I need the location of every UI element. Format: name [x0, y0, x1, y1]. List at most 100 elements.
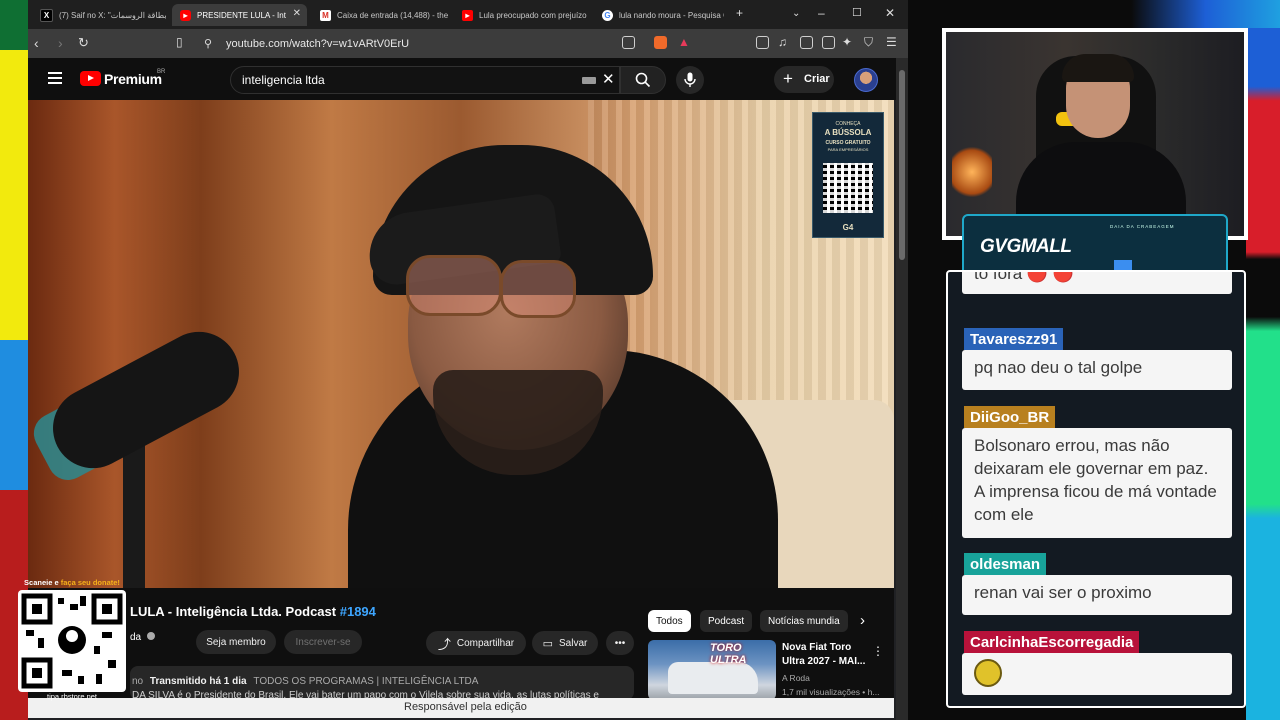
video-info-area: LULA - Inteligência Ltda. Podcast #1894 … [28, 588, 894, 701]
new-tab-icon[interactable]: + [736, 6, 743, 20]
hamburger-menu-icon[interactable] [48, 72, 62, 84]
media-icon[interactable]: ♫ [778, 35, 787, 49]
cast-icon[interactable] [622, 36, 635, 49]
tab-gmail[interactable]: M Caixa de entrada (14,488) - theb [312, 4, 448, 26]
stream-background-top-right [908, 0, 1280, 28]
share-label: Compartilhar [456, 637, 515, 649]
description-prefix: no [132, 676, 144, 687]
keyboard-icon[interactable] [582, 77, 596, 84]
account-avatar[interactable] [854, 68, 878, 92]
region-label: BR [157, 69, 166, 75]
minimize-icon[interactable]: – [818, 6, 825, 20]
tab-youtube-active[interactable]: ▸ PRESIDENTE LULA - Int ✕ [172, 4, 307, 26]
sponsor-logo: GVGMALL [980, 236, 1072, 257]
brave-shield-icon[interactable] [654, 36, 667, 49]
google-icon: G [602, 9, 613, 21]
recommendation-title-line1[interactable]: Nova Fiat Toro [782, 642, 851, 653]
wallet-icon[interactable] [822, 36, 835, 49]
stream-background-right [1246, 0, 1280, 720]
sidebar-icon[interactable] [800, 36, 813, 49]
page-scrollbar[interactable] [896, 58, 908, 720]
gmail-icon: M [320, 9, 331, 21]
verified-icon [146, 632, 155, 640]
rewards-icon[interactable]: ▲ [678, 35, 690, 49]
share-button[interactable]: ⤴ Compartilhar [426, 631, 526, 655]
description-box[interactable]: no Transmitido há 1 dia TODOS OS PROGRAM… [130, 666, 634, 701]
leo-icon[interactable]: ✦ [842, 35, 852, 49]
ad-line-4: PARA EMPRESÁRIOS [827, 147, 869, 152]
tab-title: lula nando moura - Pesquisa Go [619, 10, 724, 20]
chip-podcast[interactable]: Podcast [700, 610, 753, 632]
save-button[interactable]: ▭ Salvar [532, 631, 598, 655]
ad-qr-code [823, 163, 873, 213]
donate-caption-b: faça seu donate! [60, 578, 120, 587]
scrollbar-thumb[interactable] [899, 70, 905, 260]
recommendation-thumbnail[interactable]: TORO ULTRA [648, 640, 776, 700]
video-player[interactable]: CONHEÇA A BÚSSOLA CURSO GRATUITO PARA EM… [28, 100, 894, 588]
recommendation-views: 1,7 mil visualizações • h... [782, 687, 880, 697]
tab-strip: X (7) Saif no X: "بطاقة الروسمات ▸ PRESI… [28, 0, 908, 29]
recommendation-title-line2[interactable]: Ultra 2027 - MAI... [782, 656, 865, 667]
tab-google[interactable]: G lula nando moura - Pesquisa Go [594, 4, 724, 26]
sponsor-overlay[interactable]: CONHEÇA A BÚSSOLA CURSO GRATUITO PARA EM… [812, 112, 884, 238]
recommendation-menu-icon[interactable]: ⋮ [872, 644, 884, 658]
tab-search-icon[interactable]: ⌄ [792, 8, 800, 19]
donate-caption-a: Scaneie e [24, 578, 59, 587]
youtube-icon: ▸ [180, 9, 191, 21]
tab-title: (7) Saif no X: "بطاقة الروسمات [59, 10, 167, 20]
youtube-icon: ▸ [462, 9, 473, 21]
share-icon: ⤴ [437, 636, 451, 652]
reload-icon[interactable]: ↻ [78, 35, 89, 51]
tab-title: Lula preocupado com prejuízo e [479, 10, 588, 20]
recommendation-channel[interactable]: A Roda [782, 673, 810, 683]
donate-url: tipa.rbstore.net [46, 692, 98, 701]
youtube-header: Premium BR inteligencia ltda ✕ + Criar [28, 58, 896, 100]
video-title-main: LULA - Inteligência Ltda. Podcast [130, 604, 337, 619]
studio-microphone [38, 317, 254, 483]
search-input[interactable]: inteligencia ltda [242, 73, 325, 87]
url-field[interactable]: youtube.com/watch?v=w1vARtV0ErU [226, 38, 409, 50]
back-icon[interactable]: ‹ [34, 35, 39, 51]
live-chat-overlay: to fora 🔴 🔴 Tavareszz91 pq nao deu o tal… [946, 270, 1246, 708]
tab-youtube-2[interactable]: ▸ Lula preocupado com prejuízo e [454, 4, 588, 26]
close-window-icon[interactable]: ✕ [885, 6, 895, 20]
chat-username: Tavareszz91 [964, 328, 1064, 350]
maximize-icon[interactable]: ☐ [852, 6, 862, 19]
youtube-logo-icon[interactable] [80, 71, 101, 86]
join-button[interactable]: Seja membro [196, 630, 276, 654]
playlist-link[interactable]: TODOS OS PROGRAMAS | INTELIGÊNCIA LTDA [253, 676, 478, 687]
search-box[interactable]: inteligencia ltda ✕ [230, 66, 620, 94]
donate-caption: Scaneie e faça seu donate! [14, 578, 130, 587]
stream-background-left-blue [0, 340, 28, 490]
streamed-date: Transmitido há 1 dia [149, 676, 247, 687]
streamer-hair [1062, 54, 1134, 82]
menu-icon[interactable]: ☰ [886, 35, 897, 49]
forward-icon[interactable]: › [58, 35, 63, 51]
close-tab-icon[interactable]: ✕ [293, 8, 301, 19]
create-button[interactable]: + Criar [774, 66, 834, 93]
guest-glasses-right [500, 260, 576, 318]
youtube-premium-wordmark[interactable]: Premium [104, 71, 162, 87]
chip-all[interactable]: Todos [648, 610, 691, 632]
chip-world-news[interactable]: Notícias mundia [760, 610, 848, 632]
browser-window: X (7) Saif no X: "بطاقة الروسمات ▸ PRESI… [28, 0, 908, 720]
channel-name[interactable]: da [130, 632, 155, 643]
site-settings-icon[interactable]: ⚲ [204, 37, 212, 50]
search-icon [635, 72, 651, 88]
subscribe-button[interactable]: Inscrever-se [284, 630, 362, 654]
voice-search-button[interactable] [676, 66, 704, 94]
more-actions-button[interactable]: ••• [606, 631, 634, 655]
plus-icon: + [783, 69, 793, 88]
extensions-icon[interactable] [756, 36, 769, 49]
search-button[interactable] [620, 66, 666, 94]
tab-x[interactable]: X (7) Saif no X: "بطاقة الروسمات [32, 4, 168, 26]
chips-next-icon[interactable]: › [860, 612, 865, 629]
video-title-hashtag[interactable]: #1894 [340, 604, 376, 619]
sponsor-tagline: DAIA DA CRABEAGEM [1110, 224, 1175, 229]
vpn-icon[interactable]: ⛉ [864, 35, 873, 50]
more-icon: ••• [614, 637, 626, 649]
clear-search-icon[interactable]: ✕ [602, 70, 615, 88]
qr-pattern [21, 593, 123, 689]
bookmark-icon[interactable]: ▯ [176, 35, 183, 49]
chat-username: CarlcinhaEscorregadia [964, 631, 1140, 653]
